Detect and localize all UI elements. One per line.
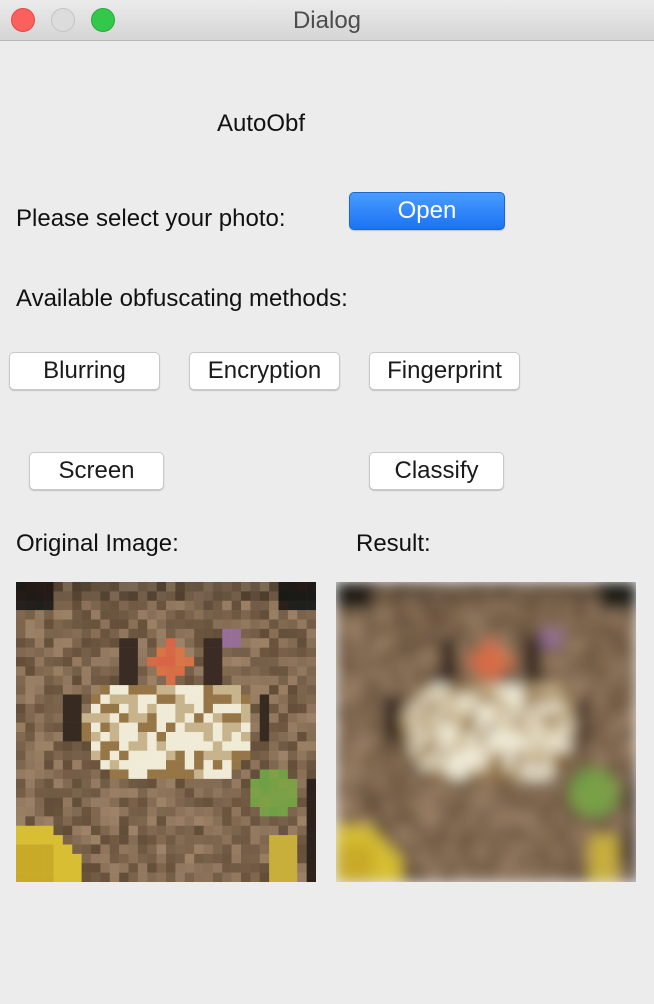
screen-button[interactable]: Screen <box>29 452 164 490</box>
app-title: AutoObf <box>217 110 306 137</box>
result-image <box>336 582 636 882</box>
title-bar[interactable]: Dialog <box>0 0 654 41</box>
original-image-pixels <box>16 582 316 882</box>
window-title: Dialog <box>292 7 362 34</box>
open-button[interactable]: Open <box>349 192 505 230</box>
result-image-pixels <box>336 582 636 882</box>
classify-button[interactable]: Classify <box>369 452 504 490</box>
blurring-button[interactable]: Blurring <box>9 352 160 390</box>
fingerprint-button[interactable]: Fingerprint <box>369 352 520 390</box>
select-photo-label: Please select your photo: <box>16 205 286 232</box>
original-image-label: Original Image: <box>16 530 179 557</box>
dialog-window: Dialog AutoObf Please select your photo:… <box>0 0 654 1004</box>
result-label: Result: <box>356 530 431 557</box>
methods-label: Available obfuscating methods: <box>16 285 348 312</box>
original-image <box>16 582 316 882</box>
encryption-button[interactable]: Encryption <box>189 352 340 390</box>
